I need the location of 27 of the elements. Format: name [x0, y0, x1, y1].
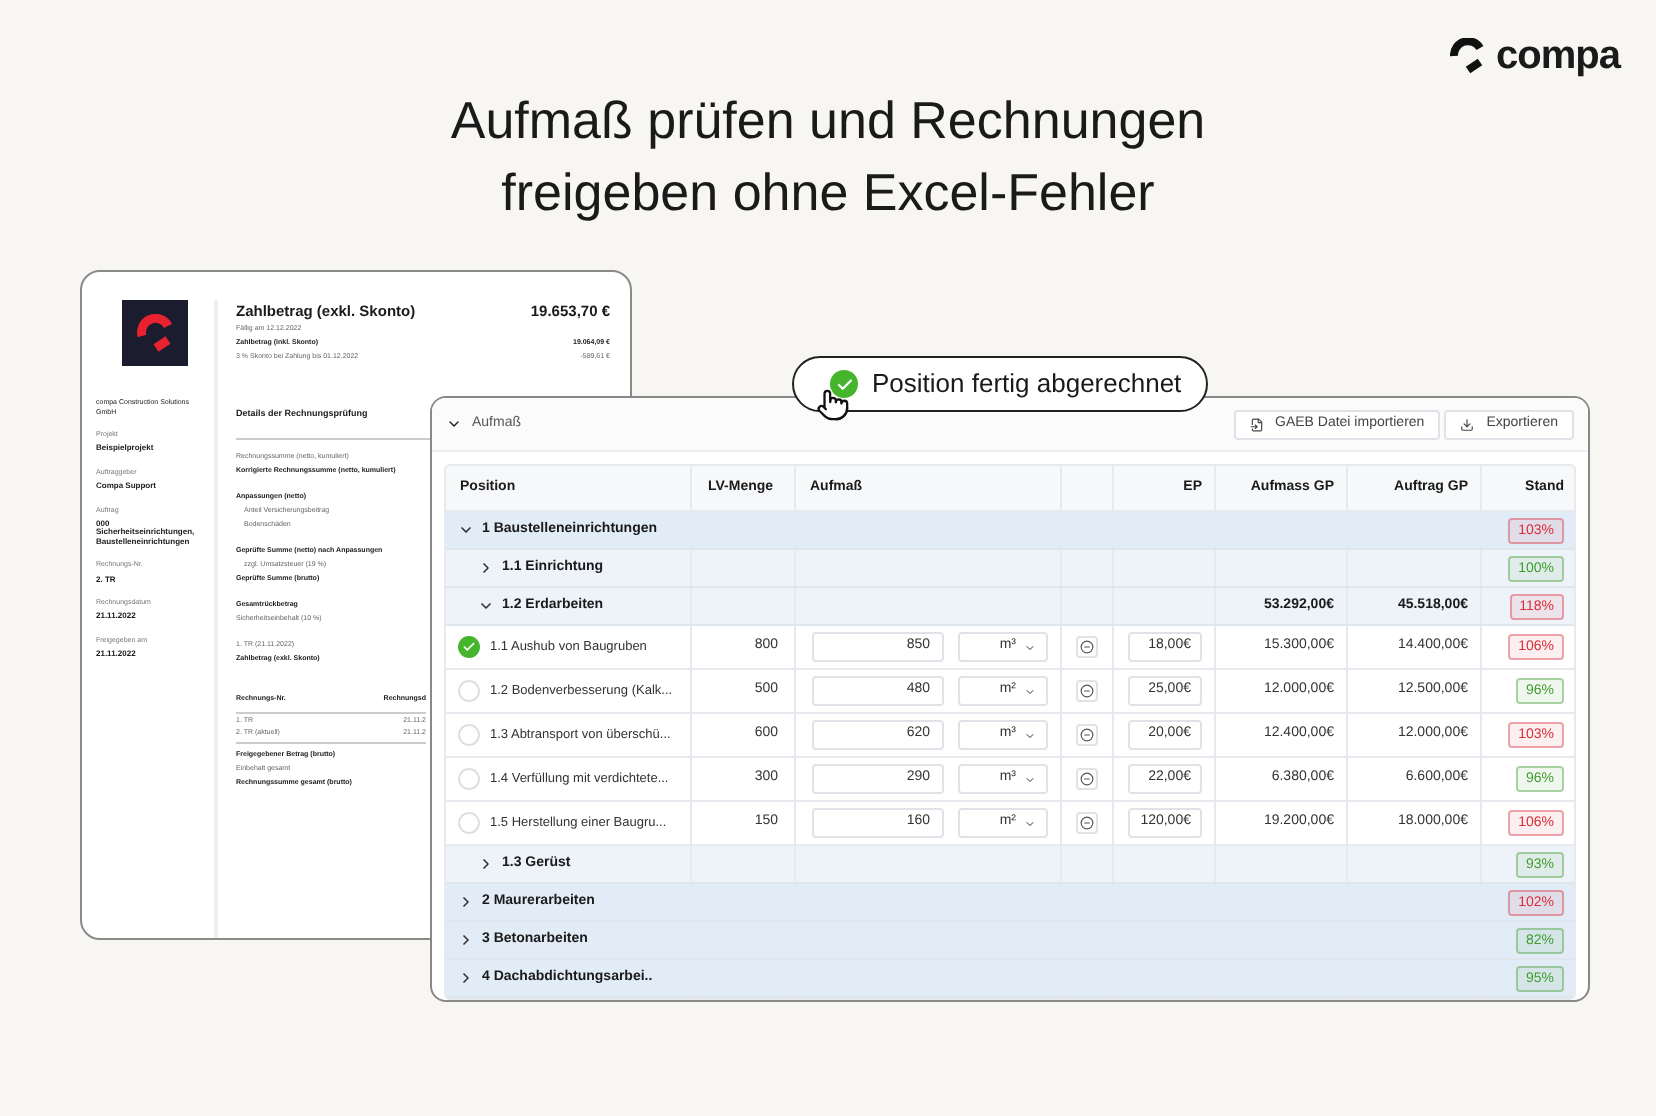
remove-button[interactable] [1076, 680, 1098, 702]
download-icon [1460, 417, 1475, 431]
chevron-right-icon[interactable] [458, 894, 474, 910]
chevron-down-icon [1024, 773, 1036, 785]
chevron-down-icon[interactable] [478, 598, 494, 614]
check-icon[interactable] [458, 636, 480, 658]
chevron-down-icon[interactable] [458, 522, 474, 538]
chevron-right-icon[interactable] [458, 970, 474, 986]
toast-text: Position fertig abgerechnet [872, 366, 1182, 403]
check-icon [830, 370, 858, 398]
chevron-down-icon [1024, 641, 1036, 653]
chevron-right-icon[interactable] [478, 856, 494, 872]
chevron-down-icon[interactable] [446, 416, 462, 432]
chevron-right-icon[interactable] [478, 560, 494, 576]
chevron-right-icon[interactable] [458, 932, 474, 948]
company-logo [122, 300, 188, 366]
logo-icon [1450, 38, 1487, 74]
chevron-down-icon [1024, 817, 1036, 829]
import-icon [1249, 417, 1263, 431]
remove-button[interactable] [1076, 636, 1098, 658]
remove-button[interactable] [1076, 724, 1098, 746]
chevron-down-icon [1024, 685, 1036, 697]
headline: Aufmaß prüfen und Rechnungen freigeben ohne Excel-Fehler [448, 88, 1208, 226]
logo-text: compa [1496, 36, 1620, 76]
chevron-down-icon [1024, 729, 1036, 741]
remove-button[interactable] [1076, 812, 1098, 834]
remove-button[interactable] [1076, 768, 1098, 790]
